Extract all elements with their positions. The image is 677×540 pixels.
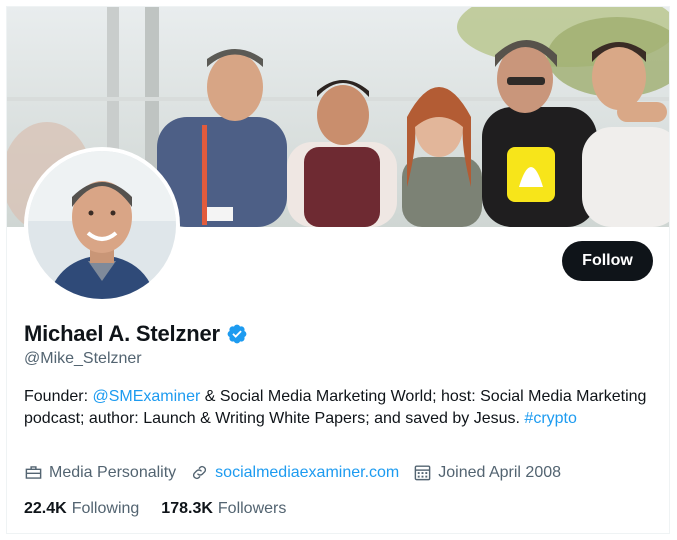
briefcase-icon xyxy=(25,466,42,479)
bio-hashtag-link[interactable]: #crypto xyxy=(524,410,576,427)
joined-label: Joined April 2008 xyxy=(438,463,562,481)
profile-stats-row: 22.4K Following 178.3K Followers xyxy=(24,500,308,518)
bio-mention-link[interactable]: @SMExaminer xyxy=(92,388,200,405)
website-link[interactable]: socialmediaexaminer.com xyxy=(215,464,399,482)
profile-avatar[interactable] xyxy=(24,147,180,303)
display-name: Michael A. Stelzner xyxy=(24,321,220,346)
followers-stat-link[interactable]: 178.3K Followers xyxy=(161,500,286,518)
following-stat-link[interactable]: 22.4K Following xyxy=(24,500,139,518)
profile-joined: Joined April 2008 xyxy=(413,463,561,482)
profile-website[interactable]: socialmediaexaminer.com xyxy=(190,463,399,482)
profile-name-row: Michael A. Stelzner xyxy=(24,321,248,347)
profile-handle: @Mike_Stelzner xyxy=(24,350,142,367)
category-label: Media Personality xyxy=(49,463,177,481)
calendar-icon xyxy=(414,465,431,481)
following-count: 22.4K xyxy=(24,500,67,517)
verified-badge-icon xyxy=(226,323,248,345)
followers-label: Followers xyxy=(217,500,287,517)
profile-card: Follow Michael A. Stelzner @Mike_Stelzne… xyxy=(6,6,670,534)
link-icon xyxy=(193,465,207,480)
profile-category: Media Personality xyxy=(24,463,176,482)
profile-meta-row: Media Personality socialmediaexaminer.co… xyxy=(24,463,575,482)
followers-count: 178.3K xyxy=(161,500,213,517)
follow-button[interactable]: Follow xyxy=(562,241,653,281)
profile-bio: Founder: @SMExaminer & Social Media Mark… xyxy=(24,386,654,430)
following-label: Following xyxy=(71,500,140,517)
bio-text-prefix: Founder: xyxy=(24,388,93,405)
